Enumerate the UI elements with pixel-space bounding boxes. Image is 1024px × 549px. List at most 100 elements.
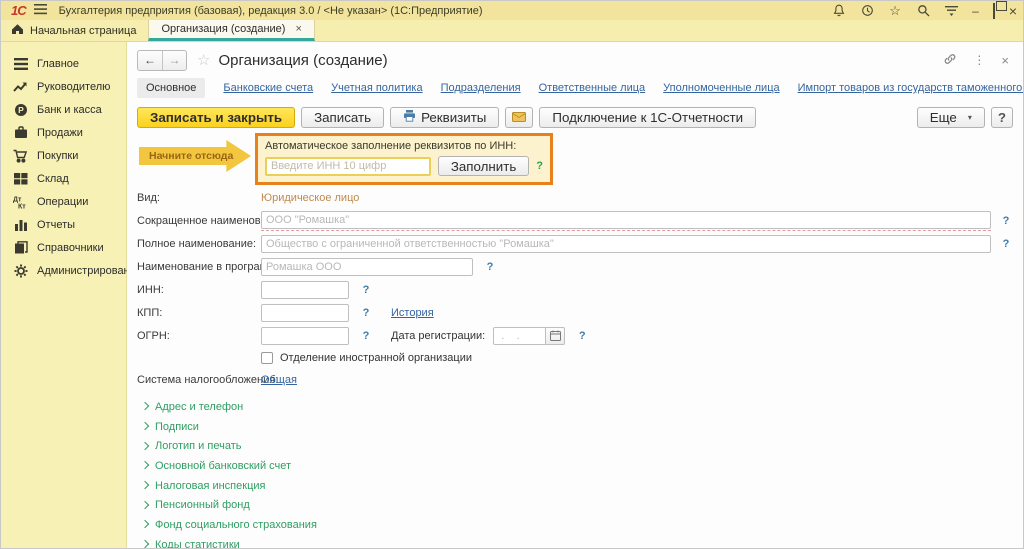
app-name-help-icon[interactable]: ? bbox=[483, 261, 497, 273]
sidebar-item[interactable]: Администрирование bbox=[1, 259, 126, 282]
section-row[interactable]: Адрес и телефон bbox=[137, 397, 1013, 417]
kind-value: Юридическое лицо bbox=[261, 192, 359, 204]
form-nav-tab[interactable]: Основное bbox=[137, 78, 205, 98]
sidebar-item[interactable]: Главное bbox=[1, 52, 126, 75]
inn-help-icon[interactable]: ? bbox=[359, 284, 373, 296]
full-name-label: Полное наименование: bbox=[137, 238, 261, 250]
history-icon[interactable] bbox=[860, 4, 874, 18]
toolbar-more-button[interactable]: Еще▾ bbox=[917, 107, 985, 128]
search-icon[interactable] bbox=[916, 4, 930, 18]
sidebar-item[interactable]: Руководителю bbox=[1, 75, 126, 98]
more-actions-icon[interactable]: ⋮ bbox=[973, 53, 985, 67]
sidebar-item[interactable]: Продажи bbox=[1, 121, 126, 144]
dt-kt-icon: ДтКт bbox=[13, 194, 28, 209]
connect-1c-reporting-button[interactable]: Подключение к 1С-Отчетности bbox=[539, 107, 756, 128]
section-label: Фонд социального страхования bbox=[155, 519, 317, 531]
section-label: Адрес и телефон bbox=[155, 401, 243, 413]
reg-date-input[interactable] bbox=[493, 327, 545, 345]
app-name-input[interactable] bbox=[261, 258, 473, 276]
sidebar: Главное Руководителю Р Банк и касса Прод… bbox=[1, 42, 127, 548]
tab-home[interactable]: Начальная страница bbox=[7, 20, 148, 41]
back-button[interactable]: ← bbox=[138, 51, 162, 70]
kpp-input[interactable] bbox=[261, 304, 349, 322]
help-button[interactable]: ? bbox=[991, 107, 1013, 128]
section-row[interactable]: Основной банковский счет bbox=[137, 456, 1013, 476]
sidebar-item[interactable]: Покупки bbox=[1, 144, 126, 167]
section-row[interactable]: Фонд социального страхования bbox=[137, 515, 1013, 535]
ogrn-help-icon[interactable]: ? bbox=[359, 330, 373, 342]
kind-row: Вид: Юридическое лицо bbox=[137, 186, 1013, 209]
foreign-branch-checkbox[interactable] bbox=[261, 352, 273, 364]
notifications-bell-icon[interactable] bbox=[832, 4, 846, 18]
inn-input[interactable] bbox=[261, 281, 349, 299]
requisites-button[interactable]: Реквизиты bbox=[390, 107, 499, 128]
cart-icon bbox=[13, 148, 28, 163]
full-name-help-icon[interactable]: ? bbox=[999, 238, 1013, 250]
calendar-icon[interactable] bbox=[545, 327, 565, 345]
form-nav-tab[interactable]: Учетная политика bbox=[331, 82, 422, 94]
form-nav-tab[interactable]: Импорт товаров из государств таможенного… bbox=[798, 82, 1023, 94]
window-title: Бухгалтерия предприятия (базовая), редак… bbox=[59, 5, 483, 17]
kpp-help-icon[interactable]: ? bbox=[359, 307, 373, 319]
section-row[interactable]: Пенсионный фонд bbox=[137, 495, 1013, 515]
save-and-close-button[interactable]: Записать и закрыть bbox=[137, 107, 295, 128]
short-name-input[interactable] bbox=[261, 211, 991, 229]
full-name-input[interactable] bbox=[261, 235, 991, 253]
section-row[interactable]: Налоговая инспекция bbox=[137, 476, 1013, 496]
section-label: Пенсионный фонд bbox=[155, 499, 250, 511]
short-name-help-icon[interactable]: ? bbox=[999, 215, 1013, 227]
reg-date-label: Дата регистрации: bbox=[391, 330, 485, 342]
section-label: Основной банковский счет bbox=[155, 460, 291, 472]
tab-close-icon[interactable]: × bbox=[295, 23, 301, 35]
sidebar-item[interactable]: Отчеты bbox=[1, 213, 126, 236]
main-menu-icon[interactable] bbox=[34, 4, 47, 18]
favorite-star-icon[interactable]: ☆ bbox=[197, 51, 210, 69]
section-row[interactable]: Подписи bbox=[137, 417, 1013, 437]
fill-button[interactable]: Заполнить bbox=[438, 156, 529, 176]
section-label: Налоговая инспекция bbox=[155, 480, 265, 492]
form-nav-tab[interactable]: Уполномоченные лица bbox=[663, 82, 779, 94]
form-header: ← → ☆ Организация (создание) ⋮ × bbox=[137, 48, 1013, 72]
chevron-right-icon bbox=[137, 461, 153, 471]
close-window-button[interactable]: × bbox=[1009, 4, 1017, 18]
1c-logo: 1С bbox=[11, 3, 26, 18]
form-nav-tab[interactable]: Ответственные лица bbox=[539, 82, 646, 94]
get-link-icon[interactable] bbox=[943, 52, 957, 69]
autofill-help-icon[interactable]: ? bbox=[536, 160, 543, 172]
trend-chart-icon bbox=[13, 79, 28, 94]
section-row[interactable]: Логотип и печать bbox=[137, 436, 1013, 456]
autofill-label: Автоматическое заполнение реквизитов по … bbox=[265, 140, 543, 152]
kpp-label: КПП: bbox=[137, 307, 261, 319]
form-nav-tab[interactable]: Подразделения bbox=[441, 82, 521, 94]
tax-system-label: Система налогообложения: bbox=[137, 374, 261, 386]
app-window: 1С Бухгалтерия предприятия (базовая), ре… bbox=[0, 0, 1024, 549]
form-nav-tab[interactable]: Банковские счета bbox=[223, 82, 313, 94]
tax-system-row: Система налогообложения: Общая bbox=[137, 368, 1013, 391]
save-button[interactable]: Записать bbox=[301, 107, 384, 128]
sidebar-item[interactable]: ДтКт Операции bbox=[1, 190, 126, 213]
section-row[interactable]: Коды статистики bbox=[137, 535, 1013, 548]
kpp-row: КПП: ? История bbox=[137, 301, 1013, 324]
email-button[interactable] bbox=[505, 107, 533, 128]
sidebar-item[interactable]: Склад bbox=[1, 167, 126, 190]
form-nav-tabs: Основное Банковские счета Учетная полити… bbox=[137, 76, 1013, 100]
sidebar-item-label: Отчеты bbox=[37, 219, 75, 231]
short-name-label: Сокращенное наименован... bbox=[137, 215, 261, 227]
kpp-history-link[interactable]: История bbox=[391, 307, 434, 319]
service-menu-icon[interactable] bbox=[944, 4, 958, 18]
inn-autofill-input[interactable] bbox=[265, 157, 431, 176]
close-form-icon[interactable]: × bbox=[1001, 53, 1009, 68]
tab-active-label: Организация (создание) bbox=[161, 23, 285, 35]
ogrn-row: ОГРН: ? Дата регистрации: ? bbox=[137, 324, 1013, 347]
reg-date-help-icon[interactable]: ? bbox=[575, 330, 589, 342]
sidebar-item[interactable]: Справочники bbox=[1, 236, 126, 259]
sidebar-item[interactable]: Р Банк и касса bbox=[1, 98, 126, 121]
favorites-star-icon[interactable]: ☆ bbox=[888, 4, 902, 18]
tab-organization-create[interactable]: Организация (создание) × bbox=[148, 20, 314, 41]
restore-button[interactable] bbox=[993, 5, 995, 17]
ogrn-input[interactable] bbox=[261, 327, 349, 345]
minimize-button[interactable]: – bbox=[972, 5, 979, 17]
forward-button[interactable]: → bbox=[162, 51, 186, 70]
chevron-right-icon bbox=[137, 402, 153, 412]
tax-system-link[interactable]: Общая bbox=[261, 374, 297, 386]
